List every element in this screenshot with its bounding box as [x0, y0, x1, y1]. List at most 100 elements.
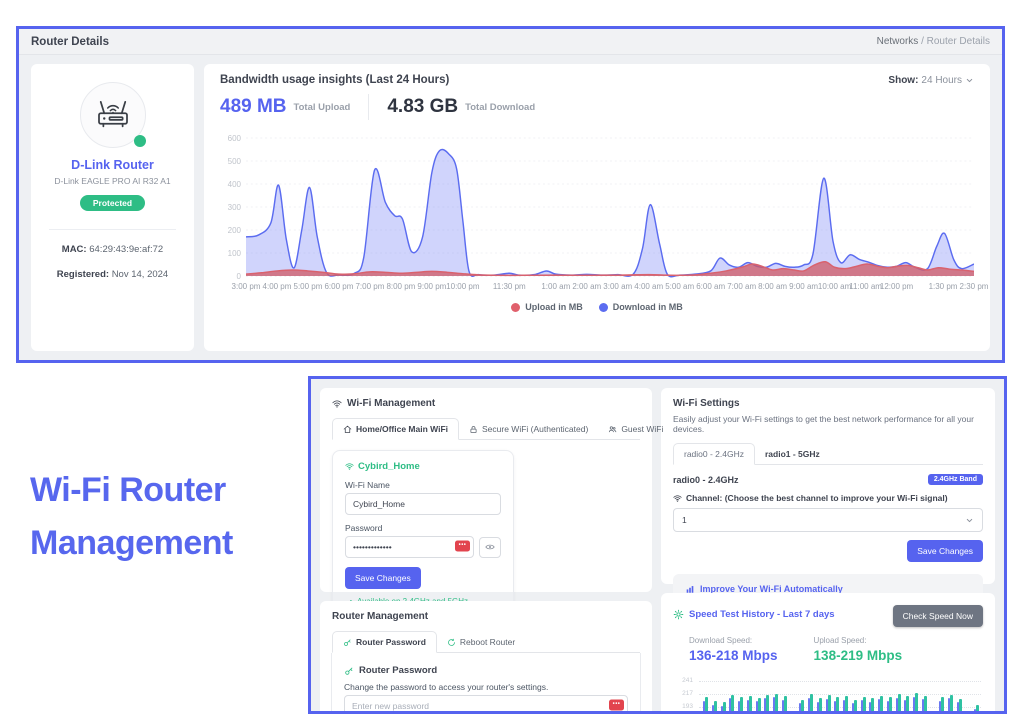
upload-bar — [863, 697, 866, 714]
upload-bar — [915, 693, 918, 714]
bandwidth-stats: 489 MB Total Upload 4.83 GB Total Downlo… — [220, 94, 974, 120]
x-tick-label: 1:30 pm — [929, 282, 958, 291]
speed-chart-bars — [701, 677, 981, 714]
x-tick-label: 4:00 pm — [263, 282, 292, 291]
ssid-card: Cybird_Home Wi-Fi Name Password ••• — [332, 450, 514, 617]
upload-bar — [731, 695, 734, 714]
tab-secure-wifi[interactable]: Secure WiFi (Authenticated) — [459, 418, 598, 440]
password-label: Password — [345, 523, 501, 533]
tab-reboot-router[interactable]: Reboot Router — [437, 631, 525, 653]
show-password-button[interactable] — [479, 537, 501, 558]
channel-select[interactable]: 1 — [673, 508, 983, 532]
show-range-dropdown[interactable]: Show: 24 Hours — [888, 75, 974, 86]
gear-icon — [673, 609, 684, 620]
registered-value: Nov 14, 2024 — [112, 269, 169, 280]
x-tick-label: 8:00 pm — [386, 282, 415, 291]
check-speed-button[interactable]: Check Speed Now — [893, 605, 983, 627]
router-password-title: Router Password — [359, 665, 437, 676]
upload-bar — [871, 698, 874, 714]
page-heading-line2: Management — [30, 517, 233, 570]
show-label: Show: — [888, 75, 918, 86]
upload-speed-label: Upload Speed: — [814, 636, 903, 645]
speed-bar-slot — [832, 677, 841, 714]
speed-bar-slot — [841, 677, 850, 714]
speed-bar-slot — [859, 677, 868, 714]
device-model: D-Link EAGLE PRO AI R32 A1 — [41, 176, 184, 186]
router-details-panel: Router Details Networks / Router Details — [16, 26, 1005, 363]
tab-router-password[interactable]: Router Password — [332, 631, 437, 653]
x-tick-label: 7:00 pm — [355, 282, 384, 291]
upload-bar — [714, 701, 717, 714]
breadcrumb: Networks / Router Details — [877, 36, 990, 47]
x-tick-label: 7:00 am — [727, 282, 756, 291]
speed-bar-slot — [937, 677, 946, 714]
upload-bar — [766, 695, 769, 714]
upload-bar — [880, 696, 883, 714]
speed-bar-slot — [762, 677, 771, 714]
registered-row: Registered: Nov 14, 2024 — [41, 269, 184, 280]
chevron-down-icon — [965, 516, 974, 525]
x-tick-label: 8:00 am — [758, 282, 787, 291]
radio-label: radio0 - 2.4GHz — [673, 475, 739, 485]
registered-label: Registered: — [57, 269, 109, 280]
upload-bar — [775, 694, 778, 715]
speed-bar-slot — [701, 677, 710, 714]
x-tick-label: 4:00 am — [634, 282, 663, 291]
speed-bar-slot — [771, 677, 780, 714]
key-icon — [344, 666, 354, 676]
upload-speed-stat: Upload Speed: 138-219 Mbps — [814, 636, 903, 663]
chevron-down-icon — [965, 76, 974, 85]
upload-bar — [705, 697, 708, 714]
tab-home-office-wifi[interactable]: Home/Office Main WiFi — [332, 418, 459, 440]
mac-value: 64:29:43:9e:af:72 — [89, 244, 163, 255]
speed-stats: Download Speed: 136-218 Mbps Upload Spee… — [689, 636, 983, 663]
upload-bar — [836, 697, 839, 714]
upload-bar — [898, 694, 901, 714]
legend-item: Upload in MB — [511, 302, 583, 312]
speed-bar-slot — [929, 677, 938, 714]
speed-test-title: Speed Test History - Last 7 days — [689, 609, 835, 620]
ssid-name: Cybird_Home — [358, 461, 420, 472]
page-title: Router Details — [31, 36, 109, 48]
wifi-name-input[interactable] — [345, 493, 501, 515]
router-details-content: D-Link Router D-Link EAGLE PRO AI R32 A1… — [19, 55, 1002, 360]
speed-bar-slot — [876, 677, 885, 714]
save-channel-button[interactable]: Save Changes — [907, 540, 983, 562]
save-wifi-button[interactable]: Save Changes — [345, 567, 421, 589]
speed-bar-slot — [894, 677, 903, 714]
new-router-password-input[interactable] — [344, 695, 628, 714]
total-download-value: 4.83 GB — [387, 96, 458, 118]
download-speed-label: Download Speed: — [689, 636, 778, 645]
x-tick-label: 11:00 am — [849, 282, 882, 291]
wifi-icon — [345, 462, 354, 471]
users-icon — [608, 425, 617, 434]
channel-value: 1 — [682, 515, 687, 525]
tab-radio0[interactable]: radio0 - 2.4GHz — [673, 443, 755, 465]
breadcrumb-networks[interactable]: Networks — [877, 36, 919, 47]
x-tick-label: 3:00 am — [603, 282, 632, 291]
mac-row: MAC: 64:29:43:9e:af:72 — [41, 244, 184, 255]
router-management-card: Router Management Router Password Reboot… — [320, 601, 652, 714]
eye-icon — [485, 542, 495, 552]
total-download-label: Total Download — [465, 102, 535, 113]
bandwidth-plot-area: 3:00 pm4:00 pm5:00 pm6:00 pm7:00 pm8:00 … — [246, 130, 974, 293]
x-tick-label: 10:00 am — [818, 282, 851, 291]
y-tick-label: 500 — [228, 157, 241, 166]
device-name: D-Link Router — [41, 158, 184, 172]
y-tick-label: 600 — [228, 134, 241, 143]
wifi-management-title: Wi-Fi Management — [347, 398, 435, 409]
tab-guest-wifi[interactable]: Guest WiFi — [598, 418, 673, 440]
upload-bar — [819, 698, 822, 714]
y-tick-label: 300 — [228, 203, 241, 212]
upload-bar — [828, 695, 831, 714]
x-tick-label: 5:00 am — [665, 282, 694, 291]
total-upload-value: 489 MB — [220, 96, 287, 118]
status-badge: Protected — [80, 195, 145, 211]
y-tick-label: 400 — [228, 180, 241, 189]
x-tick-label: 2:00 am — [572, 282, 601, 291]
tab-radio1[interactable]: radio1 - 5GHz — [755, 443, 830, 465]
divider — [368, 94, 369, 120]
router-management-tabs: Router Password Reboot Router — [332, 630, 640, 653]
upload-bar — [889, 697, 892, 714]
wifi-name-label: Wi-Fi Name — [345, 480, 501, 490]
